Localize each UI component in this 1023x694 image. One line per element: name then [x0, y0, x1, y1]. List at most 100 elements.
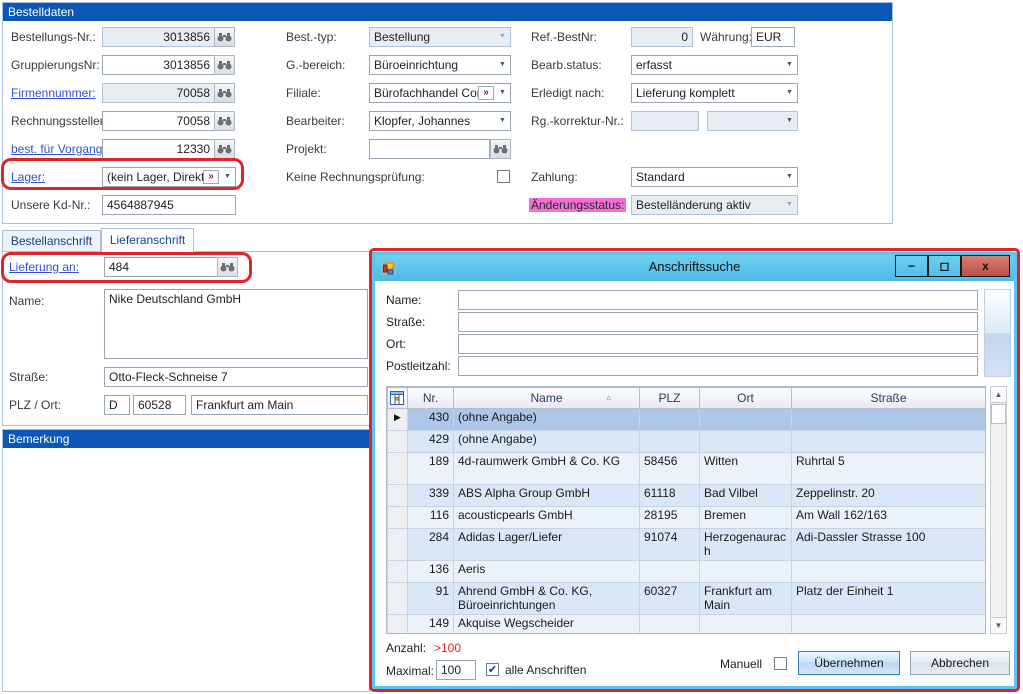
unsere-kd-nr-input[interactable]: [102, 195, 236, 215]
lieferung-an-input[interactable]: [104, 257, 218, 277]
table-row[interactable]: ▶ 430 (ohne Angabe): [388, 409, 986, 431]
table-row[interactable]: 189 4d-raumwerk GmbH & Co. KG 58456 Witt…: [388, 453, 986, 485]
column-header-plz[interactable]: PLZ: [640, 388, 700, 409]
table-row[interactable]: 91 Ahrend GmbH & Co. KG, Büroeinrichtung…: [388, 583, 986, 615]
abbrechen-button[interactable]: Abbrechen: [910, 651, 1010, 675]
filter-search-button[interactable]: [984, 289, 1011, 377]
filter-postleitzahl-label: Postleitzahl:: [386, 356, 451, 376]
address-country-input[interactable]: [104, 395, 130, 415]
maximize-button[interactable]: ◻: [928, 255, 961, 277]
rechnungssteller-search-button[interactable]: [214, 111, 235, 131]
bemerkung-body[interactable]: [3, 448, 369, 691]
grid-scrollbar[interactable]: ▲ ▼: [990, 386, 1007, 634]
chevron-down-icon[interactable]: ▼: [495, 84, 510, 102]
firmennummer-search-button[interactable]: [214, 83, 235, 103]
tab-lieferanschrift[interactable]: Lieferanschrift: [101, 228, 194, 252]
address-plz-input[interactable]: [133, 395, 186, 415]
binoculars-icon: [217, 116, 232, 126]
lager-combobox[interactable]: (kein Lager, Direktli » ▼: [102, 167, 236, 187]
cell-name: Ahrend GmbH & Co. KG, Büroeinrichtungen: [454, 583, 640, 615]
scroll-up-icon[interactable]: ▲: [991, 387, 1006, 403]
gruppierungs-nr-search-button[interactable]: [214, 55, 235, 75]
keine-rechnungspruefung-checkbox[interactable]: [497, 170, 510, 183]
lieferung-an-link[interactable]: Lieferung an:: [9, 257, 79, 277]
chevron-down-icon: ▼: [495, 28, 510, 46]
table-row[interactable]: 136 Aeris: [388, 561, 986, 583]
best-fuer-vorgang-link[interactable]: best. für Vorgang:: [11, 139, 106, 159]
bestellungs-nr-search-button[interactable]: [214, 27, 235, 47]
nav-more-icon[interactable]: »: [203, 170, 219, 184]
aenderungsstatus-combobox[interactable]: Bestelländerung aktiv ▼: [631, 195, 798, 215]
chevron-down-icon[interactable]: ▼: [782, 112, 797, 130]
filter-name-label: Name:: [386, 290, 421, 310]
filter-ort-label: Ort:: [386, 334, 406, 354]
chevron-down-icon[interactable]: ▼: [782, 84, 797, 102]
g-bereich-combobox[interactable]: Büroeinrichtung ▼: [369, 55, 511, 75]
binoculars-icon: [220, 262, 235, 272]
lager-link[interactable]: Lager:: [11, 167, 45, 187]
column-header-name[interactable]: Name▵: [454, 388, 640, 409]
bearbeiter-combobox[interactable]: Klopfer, Johannes ▼: [369, 111, 511, 131]
address-ort-input[interactable]: [191, 395, 368, 415]
address-strasse-input[interactable]: [104, 367, 368, 387]
chevron-down-icon[interactable]: ▼: [782, 56, 797, 74]
cell-plz: 58456: [640, 453, 700, 485]
best-typ-combobox[interactable]: Bestellung ▼: [369, 27, 511, 47]
uebernehmen-button[interactable]: Übernehmen: [798, 651, 900, 675]
address-name-textarea[interactable]: [104, 289, 368, 359]
erledigt-nach-combobox[interactable]: Lieferung komplett ▼: [631, 83, 798, 103]
close-button[interactable]: x: [961, 255, 1010, 277]
filter-name-input[interactable]: [458, 290, 978, 310]
table-row[interactable]: 149 Akquise Wegscheider: [388, 615, 986, 635]
zahlung-combobox[interactable]: Standard ▼: [631, 167, 798, 187]
close-icon: x: [982, 259, 989, 273]
table-row[interactable]: 339 ABS Alpha Group GmbH 61118 Bad Vilbe…: [388, 485, 986, 507]
chevron-down-icon[interactable]: ▼: [782, 168, 797, 186]
chevron-down-icon[interactable]: ▼: [495, 112, 510, 130]
ref-bestnr-label: Ref.-BestNr:: [531, 27, 597, 47]
rg-korrektur-nr-combobox[interactable]: ▼: [707, 111, 798, 131]
chevron-down-icon[interactable]: ▼: [220, 168, 235, 186]
bearb-status-combobox[interactable]: erfasst ▼: [631, 55, 798, 75]
bestellungs-nr-label: Bestellungs-Nr.:: [11, 27, 96, 47]
cell-plz: 61118: [640, 485, 700, 507]
table-row[interactable]: 116 acousticpearls GmbH 28195 Bremen Am …: [388, 507, 986, 529]
rechnungssteller-input[interactable]: [102, 111, 215, 131]
cell-nr: 116: [408, 507, 454, 529]
firmennummer-link[interactable]: Firmennummer:: [11, 83, 96, 103]
chevron-down-icon[interactable]: ▼: [495, 56, 510, 74]
column-header-nr[interactable]: Nr.: [408, 388, 454, 409]
grid-customize-icon[interactable]: [388, 388, 408, 409]
best-fuer-vorgang-search-button[interactable]: [214, 139, 235, 159]
scrollbar-thumb[interactable]: [991, 404, 1006, 424]
table-row[interactable]: 284 Adidas Lager/Liefer 91074 Herzogenau…: [388, 529, 986, 561]
cell-strasse: [792, 615, 986, 635]
gruppierungs-nr-input[interactable]: [102, 55, 215, 75]
alle-anschriften-checkbox[interactable]: ✔: [486, 663, 499, 676]
best-fuer-vorgang-input[interactable]: [102, 139, 215, 159]
row-marker-icon: ▶: [388, 409, 408, 431]
column-header-strasse[interactable]: Straße: [792, 388, 986, 409]
anzahl-value: >100: [434, 638, 461, 658]
table-row[interactable]: 429 (ohne Angabe): [388, 431, 986, 453]
tab-bestellanschrift[interactable]: Bestellanschrift: [2, 230, 101, 252]
manuell-checkbox[interactable]: [774, 657, 787, 670]
binoculars-icon: [217, 32, 232, 42]
bearbeiter-value: Klopfer, Johannes: [370, 112, 495, 130]
app-window: { "form": { "title": "Bestelldaten", "be…: [0, 0, 1023, 694]
filter-ort-input[interactable]: [458, 334, 978, 354]
lieferung-an-search-button[interactable]: [217, 257, 238, 277]
filter-postleitzahl-input[interactable]: [458, 356, 978, 376]
binoculars-icon: [217, 88, 232, 98]
maximal-input[interactable]: [436, 660, 476, 680]
nav-more-icon[interactable]: »: [478, 86, 494, 100]
column-header-ort[interactable]: Ort: [700, 388, 792, 409]
scroll-down-icon[interactable]: ▼: [991, 617, 1006, 633]
filiale-combobox[interactable]: Bürofachhandel Conc » ▼: [369, 83, 511, 103]
bestelldaten-header: Bestelldaten: [3, 3, 892, 21]
dialog-titlebar[interactable]: Anschriftssuche − ◻ x: [375, 255, 1014, 281]
filter-strasse-input[interactable]: [458, 312, 978, 332]
projekt-input[interactable]: [369, 139, 490, 159]
minimize-button[interactable]: −: [895, 255, 928, 277]
projekt-search-button[interactable]: [490, 139, 511, 159]
